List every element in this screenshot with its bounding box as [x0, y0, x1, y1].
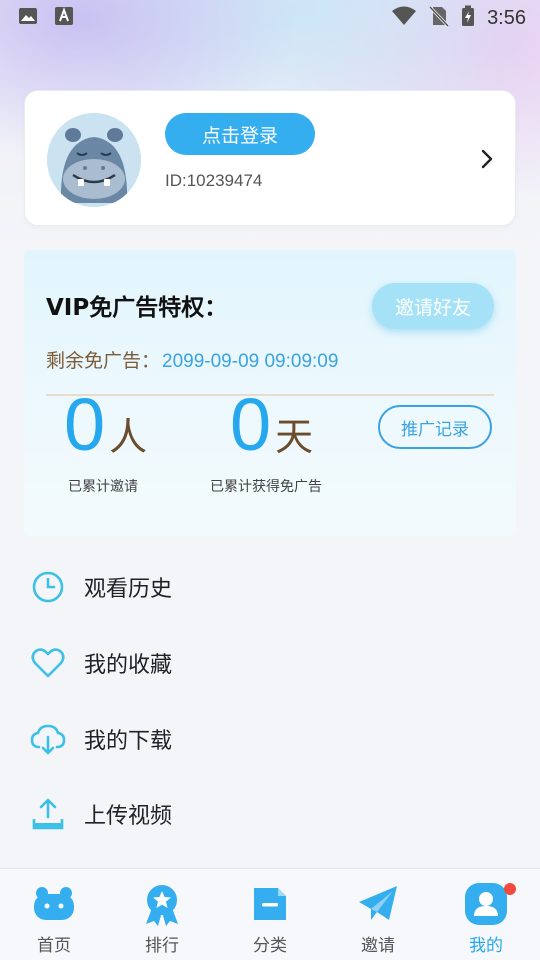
promotion-records-button[interactable]: 推广记录 — [378, 405, 492, 449]
chevron-right-icon[interactable] — [477, 147, 497, 171]
menu-item-label: 我的收藏 — [84, 653, 173, 678]
invited-caption: 已累计邀请 — [68, 479, 138, 495]
days-caption: 已累计获得免广告 — [210, 479, 322, 495]
text-a-icon — [54, 6, 74, 30]
bottom-nav: 首页 排行 分类 邀请 我的 — [0, 868, 540, 960]
nav-item-mine[interactable]: 我的 — [432, 869, 540, 960]
ad-free-label: 剩余免广告： — [46, 350, 161, 372]
nav-label: 我的 — [469, 936, 503, 956]
menu-item-favorites[interactable]: 我的收藏 — [30, 638, 510, 688]
menu-item-label: 上传视频 — [84, 804, 173, 829]
status-bar: 3:56 — [0, 0, 540, 36]
ranking-badge-icon — [138, 881, 186, 927]
cloud-download-icon — [30, 721, 66, 757]
invited-unit: 人 — [109, 415, 148, 459]
image-icon — [18, 7, 38, 29]
nav-label: 排行 — [145, 936, 179, 956]
menu-item-history[interactable]: 观看历史 — [30, 562, 510, 612]
menu-item-label: 观看历史 — [84, 577, 173, 602]
nav-label: 首页 — [37, 936, 71, 956]
days-stat: 0 天 — [230, 388, 313, 462]
invited-count: 0 — [64, 383, 106, 466]
user-icon — [462, 881, 510, 927]
category-icon — [246, 881, 294, 927]
invited-stat: 0 人 — [64, 388, 147, 462]
ad-free-remaining: 剩余免广告： 2099-09-09 09:09:09 — [46, 346, 338, 373]
ad-free-date: 2099-09-09 09:09:09 — [162, 351, 339, 372]
profile-card[interactable]: 点击登录 ID:10239474 — [24, 90, 516, 226]
vip-title: VIP免广告特权： — [46, 295, 228, 321]
clock-icon — [30, 569, 66, 605]
notification-badge — [504, 883, 516, 895]
hippo-avatar-icon[interactable] — [47, 113, 141, 207]
home-icon — [30, 881, 78, 927]
heart-icon — [30, 645, 66, 681]
nav-item-home[interactable]: 首页 — [0, 869, 108, 960]
vip-card: VIP免广告特权： 邀请好友 剩余免广告： 2099-09-09 09:09:09… — [24, 250, 516, 536]
login-button[interactable]: 点击登录 — [165, 113, 315, 155]
nav-item-invite[interactable]: 邀请 — [324, 869, 432, 960]
wifi-icon — [391, 6, 417, 30]
nav-label: 分类 — [253, 936, 287, 956]
no-sim-icon — [428, 5, 450, 31]
menu-item-label: 我的下载 — [84, 729, 173, 754]
send-icon — [354, 881, 402, 927]
user-id: ID:10239474 — [165, 171, 263, 190]
menu-item-upload[interactable]: 上传视频 — [30, 789, 510, 839]
nav-item-ranking[interactable]: 排行 — [108, 869, 216, 960]
nav-item-category[interactable]: 分类 — [216, 869, 324, 960]
days-count: 0 — [230, 383, 272, 466]
days-unit: 天 — [275, 415, 314, 459]
status-time: 3:56 — [487, 6, 526, 29]
invite-friends-button[interactable]: 邀请好友 — [372, 283, 494, 329]
upload-icon — [30, 796, 66, 832]
menu-item-downloads[interactable]: 我的下载 — [30, 714, 510, 764]
nav-label: 邀请 — [361, 936, 395, 956]
battery-charging-icon — [461, 5, 475, 31]
